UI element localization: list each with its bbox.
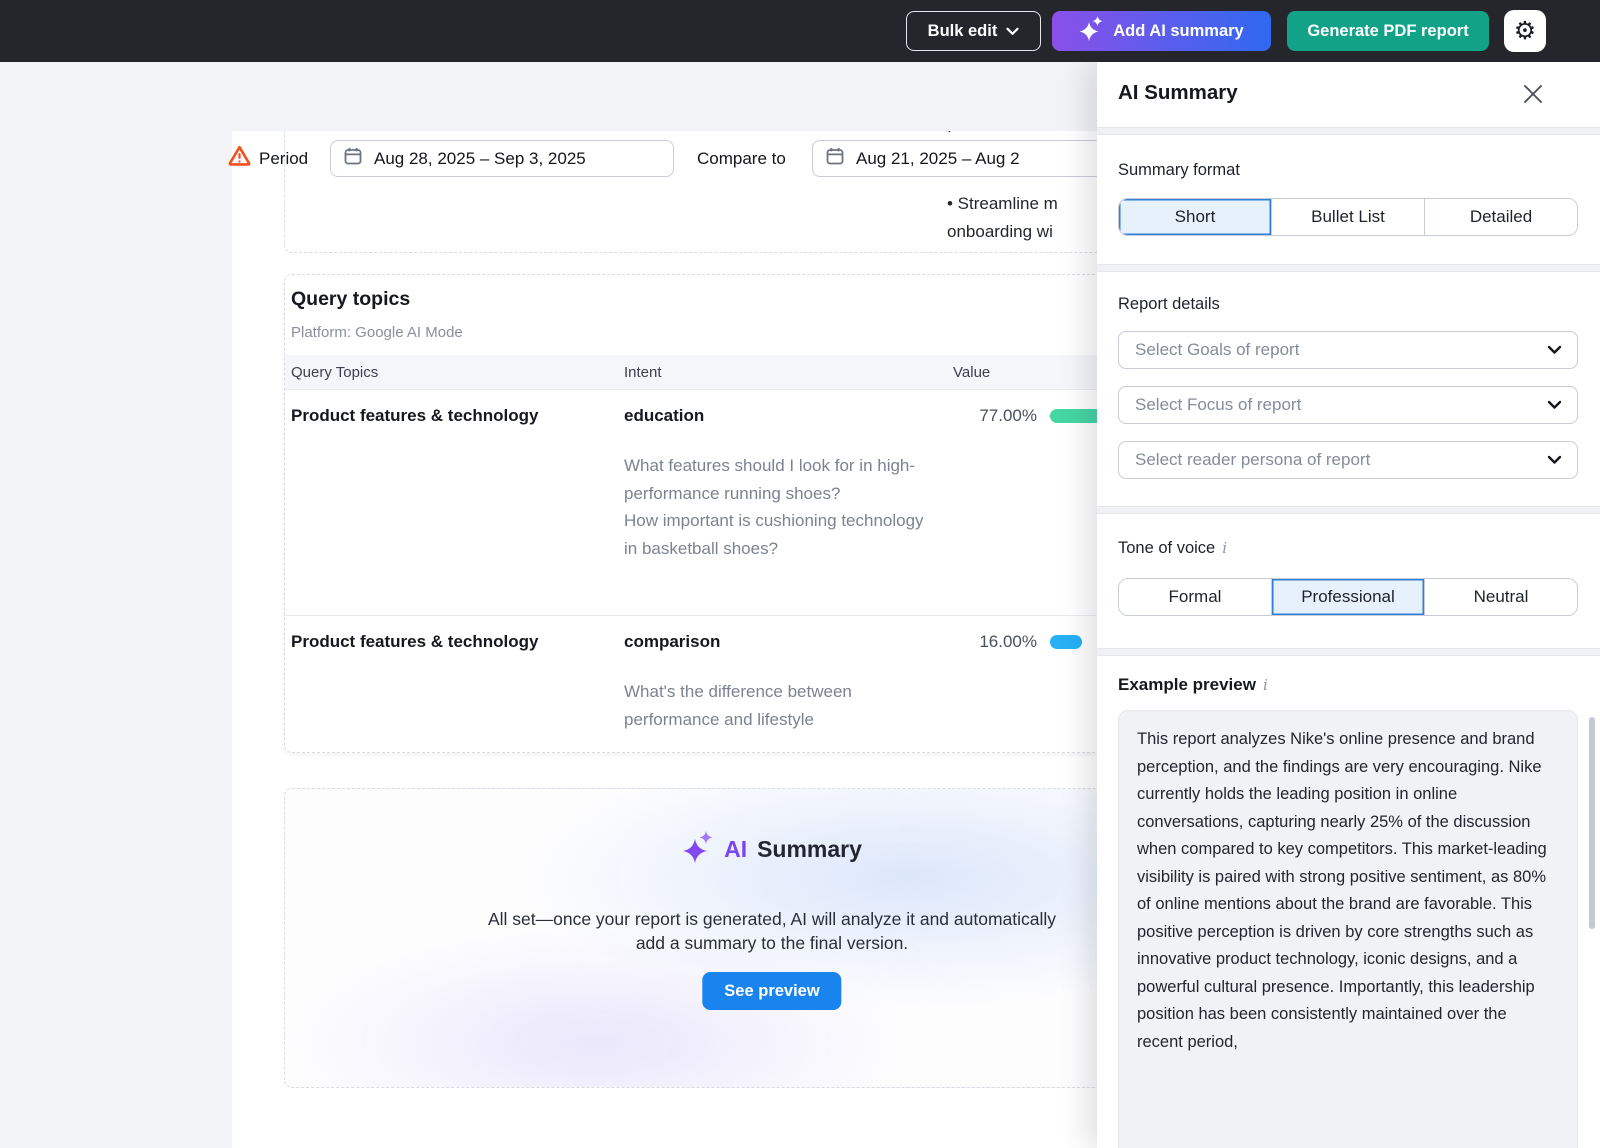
chevron-down-icon xyxy=(1006,27,1019,36)
query-question: What's the difference between performanc… xyxy=(624,678,936,733)
example-preview-label: Example previewi xyxy=(1118,675,1268,695)
sparkles-icon xyxy=(682,831,714,868)
chevron-down-icon xyxy=(1547,400,1562,410)
scrollbar-thumb[interactable] xyxy=(1589,717,1595,929)
bulk-edit-label: Bulk edit xyxy=(928,22,998,41)
section-divider xyxy=(1097,506,1600,514)
select-focus-of-report[interactable]: Select Focus of report xyxy=(1118,386,1578,424)
summary-format-label: Summary format xyxy=(1118,161,1240,180)
query-question: What features should I look for in high-… xyxy=(624,452,936,507)
info-icon: i xyxy=(1222,539,1227,557)
format-option-detailed[interactable]: Detailed xyxy=(1424,199,1577,235)
warning-icon xyxy=(228,145,251,171)
top-bar: Bulk edit Add AI summary Generate PDF re… xyxy=(0,0,1600,62)
tone-of-voice-segmented-control: FormalProfessionalNeutral xyxy=(1118,578,1578,616)
select-reader-persona-of-report[interactable]: Select reader persona of report xyxy=(1118,441,1578,479)
gear-icon: ⚙ xyxy=(1514,16,1536,46)
select-placeholder: Select Goals of report xyxy=(1135,340,1299,360)
panel-title: AI Summary xyxy=(1118,81,1238,105)
select-goals-of-report[interactable]: Select Goals of report xyxy=(1118,331,1578,369)
query-questions: What features should I look for in high-… xyxy=(624,452,936,562)
see-preview-button[interactable]: See preview xyxy=(702,972,841,1010)
format-option-bullet-list[interactable]: Bullet List xyxy=(1271,199,1424,235)
settings-gear-button[interactable]: ⚙ xyxy=(1504,10,1546,52)
close-icon[interactable] xyxy=(1521,82,1545,106)
truncated-text-line: • Streamline m xyxy=(947,190,1058,218)
value-bar xyxy=(1050,635,1082,649)
calendar-icon xyxy=(826,147,844,170)
tone-option-neutral[interactable]: Neutral xyxy=(1424,579,1577,615)
query-topic-cell: Product features & technology xyxy=(285,632,618,746)
ai-summary-title-rest: Summary xyxy=(757,836,862,863)
intent-cell: comparisonWhat's the difference between … xyxy=(618,632,947,746)
info-icon: i xyxy=(1263,676,1268,694)
query-questions: What's the difference between performanc… xyxy=(624,678,936,733)
section-divider xyxy=(1097,648,1600,656)
tone-option-formal[interactable]: Formal xyxy=(1119,579,1271,615)
period-date-range-value: Aug 28, 2025 – Sep 3, 2025 xyxy=(374,149,586,169)
example-preview-box[interactable]: This report analyzes Nike's online prese… xyxy=(1118,710,1578,1148)
format-option-short[interactable]: Short xyxy=(1119,199,1271,235)
add-ai-summary-button[interactable]: Add AI summary xyxy=(1052,11,1271,51)
section-divider xyxy=(1097,127,1600,135)
tone-of-voice-label: Tone of voicei xyxy=(1118,539,1227,558)
chevron-down-icon xyxy=(1547,455,1562,465)
report-details-label: Report details xyxy=(1118,295,1220,314)
example-preview-text: This report analyzes Nike's online prese… xyxy=(1137,730,1547,1051)
column-header-query-topics: Query Topics xyxy=(285,364,618,381)
compare-date-range-value: Aug 21, 2025 – Aug 2 xyxy=(856,149,1020,169)
chevron-down-icon xyxy=(1547,345,1562,355)
period-date-range-picker[interactable]: Aug 28, 2025 – Sep 3, 2025 xyxy=(330,140,674,177)
add-ai-summary-label: Add AI summary xyxy=(1113,22,1244,41)
select-placeholder: Select Focus of report xyxy=(1135,395,1301,415)
compare-to-label: Compare to xyxy=(697,149,786,169)
calendar-icon xyxy=(344,147,362,170)
value-percentage: 77.00% xyxy=(947,406,1037,426)
sparkles-icon xyxy=(1079,16,1104,46)
select-placeholder: Select reader persona of report xyxy=(1135,450,1370,470)
intent-cell: educationWhat features should I look for… xyxy=(618,406,947,615)
value-percentage: 16.00% xyxy=(947,632,1037,652)
bulk-edit-button[interactable]: Bulk edit xyxy=(906,11,1041,51)
summary-format-segmented-control: ShortBullet ListDetailed xyxy=(1118,198,1578,236)
query-topic-cell: Product features & technology xyxy=(285,406,618,615)
ai-summary-title-accent: AI xyxy=(724,836,747,863)
query-question: How important is cushioning technology i… xyxy=(624,507,936,562)
truncated-text-line: onboarding wi xyxy=(947,218,1053,246)
generate-pdf-report-button[interactable]: Generate PDF report xyxy=(1287,11,1489,51)
period-label: Period xyxy=(259,149,308,169)
ai-summary-panel: AI Summary Summary format ShortBullet Li… xyxy=(1097,62,1600,1148)
column-header-intent: Intent xyxy=(618,364,947,381)
tone-option-professional[interactable]: Professional xyxy=(1271,579,1424,615)
section-divider xyxy=(1097,264,1600,272)
generate-pdf-label: Generate PDF report xyxy=(1307,22,1468,41)
